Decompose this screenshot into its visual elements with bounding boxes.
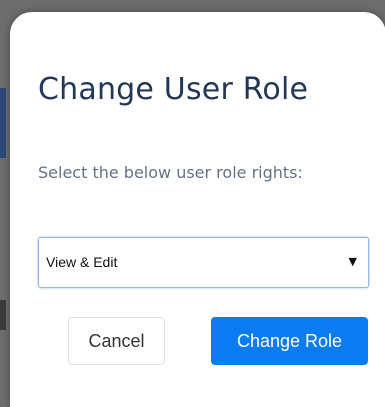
- dialog-title: Change User Role: [38, 72, 309, 107]
- background-page-fragment: [0, 88, 6, 158]
- cancel-button[interactable]: Cancel: [68, 317, 165, 365]
- change-role-button[interactable]: Change Role: [211, 317, 368, 365]
- role-select-value: View & Edit: [46, 254, 118, 270]
- role-select[interactable]: View & Edit ▼: [38, 237, 369, 288]
- change-role-dialog: Change User Role Select the below user r…: [10, 12, 385, 407]
- dialog-subtitle: Select the below user role rights:: [38, 163, 303, 182]
- dropdown-arrow-icon: ▼: [348, 255, 357, 268]
- background-page-fragment: [0, 300, 6, 330]
